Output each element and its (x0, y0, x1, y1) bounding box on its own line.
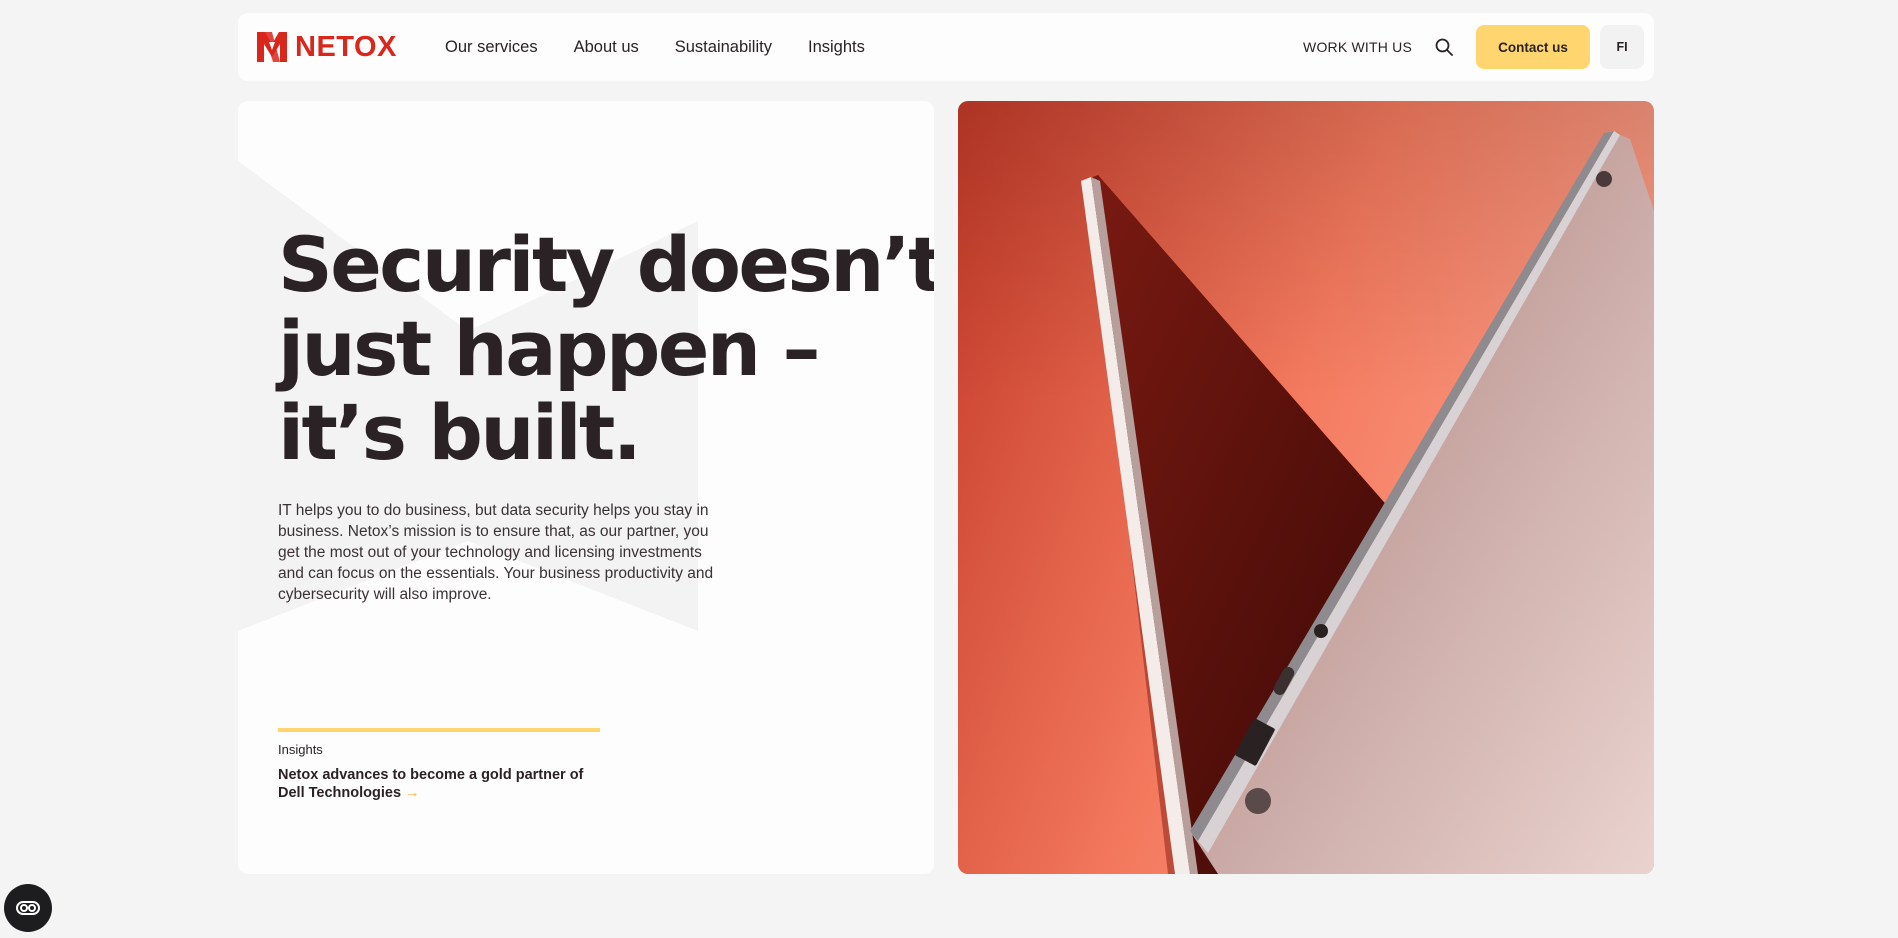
laptop-photo (958, 101, 1654, 874)
insight-title-text: Netox advances to become a gold partner … (278, 767, 584, 801)
nav-sustainability[interactable]: Sustainability (675, 38, 772, 57)
header-actions: WORK WITH US Contact us FI (1303, 13, 1644, 81)
nav-about-us[interactable]: About us (574, 38, 639, 57)
nav-our-services[interactable]: Our services (445, 38, 538, 57)
hero-intro-text: IT helps you to do business, but data se… (278, 502, 714, 603)
netox-logo-icon (257, 32, 287, 62)
hero-headline: Security doesn’t just happen – it’s buil… (278, 220, 934, 477)
contact-us-button[interactable]: Contact us (1476, 25, 1590, 69)
work-with-us-link[interactable]: WORK WITH US (1303, 39, 1412, 55)
main-nav: Our services About us Sustainability Ins… (445, 13, 901, 81)
arrow-right-icon: → (405, 785, 420, 801)
insight-divider (278, 728, 600, 732)
hero-image (958, 101, 1654, 874)
insight-category: Insights (278, 742, 323, 757)
nav-insights[interactable]: Insights (808, 38, 865, 57)
headline-line-1: Security doesn’t (278, 220, 934, 309)
netox-logo[interactable]: NETOX (256, 30, 397, 64)
hero-card: Security doesn’t just happen – it’s buil… (238, 101, 934, 874)
brand-name: NETOX (295, 30, 397, 63)
cookie-settings-icon (16, 901, 40, 915)
cookie-settings-button[interactable] (4, 884, 52, 932)
headline-line-2: just happen – (278, 304, 821, 393)
language-switch-button[interactable]: FI (1600, 25, 1644, 69)
site-header: NETOX Our services About us Sustainabili… (238, 13, 1654, 81)
page: NETOX Our services About us Sustainabili… (0, 0, 1898, 938)
headline-line-3: it’s built. (278, 388, 642, 477)
insight-link[interactable]: Netox advances to become a gold partner … (278, 766, 608, 802)
search-button[interactable] (1432, 35, 1456, 59)
search-icon (1435, 38, 1453, 56)
